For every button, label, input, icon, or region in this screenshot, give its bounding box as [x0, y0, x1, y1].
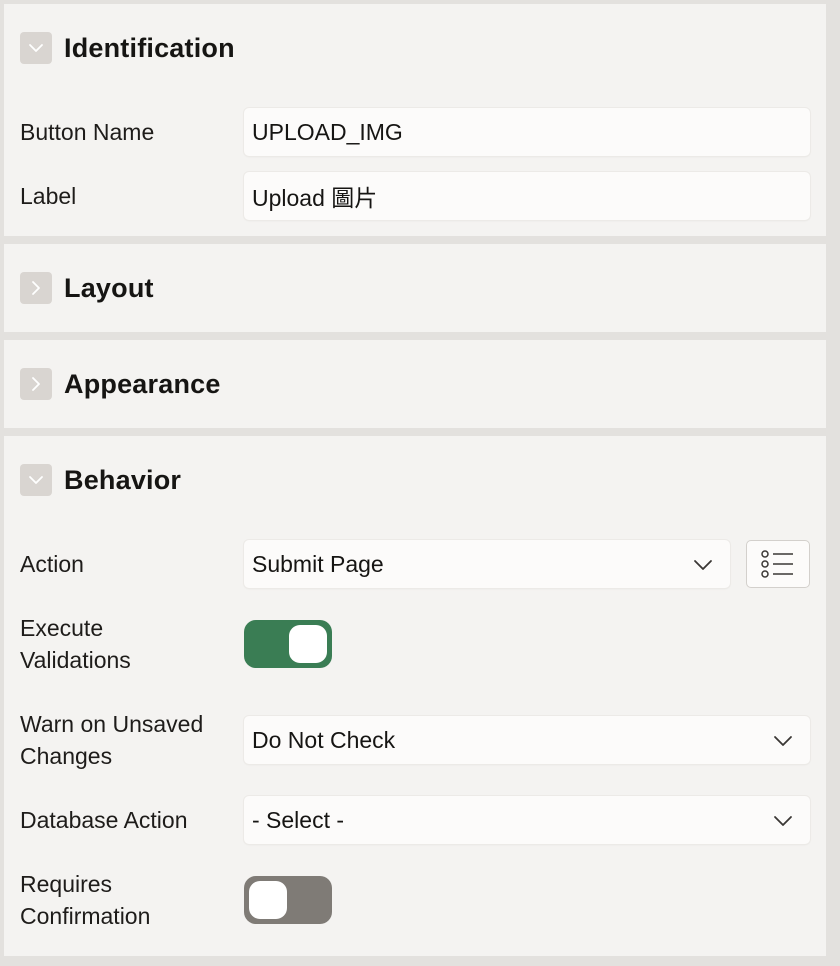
execute-validations-switch[interactable] — [244, 620, 332, 668]
chevron-down-icon — [774, 816, 792, 826]
chevron-down-icon — [29, 44, 43, 52]
identification-section: Identification Button Name UPLOAD_IMG La… — [4, 4, 826, 236]
button-name-value: UPLOAD_IMG — [252, 118, 403, 145]
section-title: Identification — [64, 32, 235, 63]
layout-header[interactable]: Layout — [20, 272, 154, 304]
action-select[interactable]: Submit Page — [244, 540, 730, 588]
collapse-toggle[interactable] — [20, 464, 52, 496]
chevron-down-icon — [29, 476, 43, 484]
behavior-section: Behavior Action Submit Page Execute Vali… — [4, 436, 826, 956]
execute-validations-label-line2: Validations — [20, 647, 131, 673]
expand-toggle[interactable] — [20, 368, 52, 400]
list-icon — [761, 550, 793, 578]
warn-unsaved-label-line2: Changes — [20, 743, 113, 769]
warn-unsaved-label-line1: Warn on Unsaved — [20, 711, 204, 737]
database-action-label: Database Action — [20, 807, 188, 833]
warn-unsaved-value: Do Not Check — [252, 726, 396, 753]
button-name-input[interactable]: UPLOAD_IMG — [244, 108, 810, 156]
label-value: Upload 圖片 — [252, 185, 378, 211]
requires-confirmation-label-line2: Confirmation — [20, 903, 151, 929]
action-list-button[interactable] — [746, 540, 810, 588]
appearance-header[interactable]: Appearance — [20, 368, 221, 400]
layout-section: Layout — [4, 244, 826, 332]
appearance-section: Appearance — [4, 340, 826, 428]
execute-validations-label-line1: Execute — [20, 615, 104, 641]
execute-validations-label: Execute Validations — [20, 612, 131, 676]
requires-confirmation-switch[interactable] — [244, 876, 332, 924]
requires-confirmation-label-line1: Requires — [20, 871, 113, 897]
behavior-header[interactable]: Behavior — [20, 464, 181, 496]
chevron-right-icon — [32, 281, 40, 295]
label-input[interactable]: Upload 圖片 — [244, 172, 810, 220]
label-label: Label — [20, 183, 77, 209]
action-value: Submit Page — [252, 550, 384, 577]
chevron-down-icon — [774, 736, 792, 746]
expand-toggle[interactable] — [20, 272, 52, 304]
requires-confirmation-label: Requires Confirmation — [20, 868, 150, 932]
section-title: Appearance — [64, 368, 221, 399]
identification-header[interactable]: Identification — [20, 32, 235, 64]
database-action-select[interactable]: - Select - — [244, 796, 810, 844]
chevron-down-icon — [694, 560, 712, 570]
database-action-value: - Select - — [252, 806, 345, 833]
action-label: Action — [20, 551, 84, 577]
warn-unsaved-select[interactable]: Do Not Check — [244, 716, 810, 764]
warn-unsaved-label: Warn on Unsaved Changes — [20, 708, 203, 772]
switch-knob — [249, 881, 287, 919]
collapse-toggle[interactable] — [20, 32, 52, 64]
section-title: Layout — [64, 272, 154, 303]
section-title: Behavior — [64, 464, 182, 495]
button-name-label: Button Name — [20, 119, 155, 145]
chevron-right-icon — [32, 377, 40, 391]
switch-knob — [289, 625, 327, 663]
